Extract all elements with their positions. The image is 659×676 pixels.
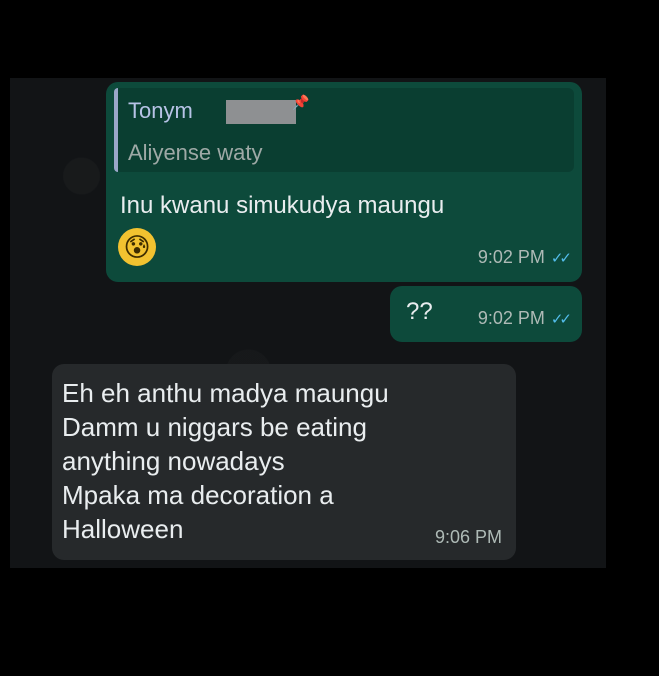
redaction-box (226, 100, 296, 124)
quoted-message-text: Aliyense waty (128, 140, 263, 165)
message-line: Eh eh anthu madya maungu (62, 378, 389, 408)
message-text: Eh eh anthu madya maungu Damm u niggars … (62, 376, 389, 546)
message-meta: 9:02 PM ✓✓ (477, 308, 572, 329)
message-text: ?? (406, 298, 433, 325)
chat-area: Tonym 📌 Aliyense waty Inu kwanu simukudy… (10, 78, 606, 568)
outgoing-message-bubble[interactable]: ?? 9:02 PM ✓✓ (390, 286, 582, 342)
message-line: Damm u niggars be eating (62, 412, 367, 442)
message-text: Inu kwanu simukudya maungu (120, 192, 445, 219)
message-time: 9:02 PM (477, 247, 545, 267)
message-time: 9:02 PM (477, 308, 545, 328)
read-ticks-icon: ✓✓ (550, 311, 572, 328)
anxious-face-emoji-icon: 😰 (118, 228, 156, 266)
incoming-message-bubble[interactable]: Eh eh anthu madya maungu Damm u niggars … (52, 364, 516, 560)
message-line: Halloween (62, 514, 184, 544)
message-time: 9:06 PM (434, 527, 502, 547)
pin-icon: 📌 (292, 94, 310, 110)
outgoing-message-bubble[interactable]: Tonym 📌 Aliyense waty Inu kwanu simukudy… (106, 82, 582, 282)
message-meta: 9:02 PM ✓✓ (477, 247, 572, 268)
message-line: Mpaka ma decoration a (62, 480, 334, 510)
message-line: anything nowadays (62, 446, 285, 476)
quoted-message[interactable]: Tonym 📌 Aliyense waty (114, 88, 574, 172)
quoted-sender-name: Tonym (128, 98, 193, 123)
read-ticks-icon: ✓✓ (550, 250, 572, 267)
quote-accent-bar (114, 88, 118, 172)
